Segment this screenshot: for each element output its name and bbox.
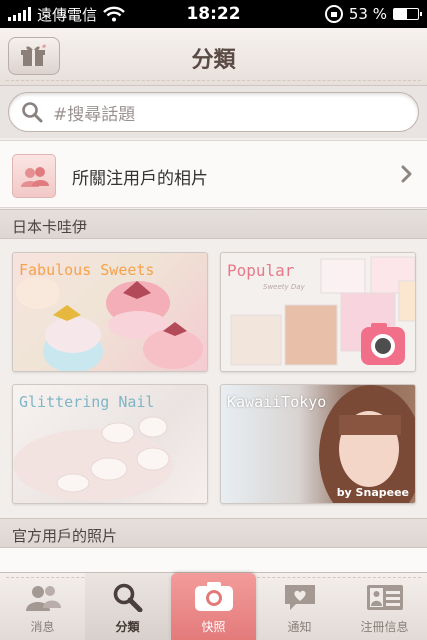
carrier-name: 遠傳電信 <box>37 5 98 24</box>
battery-icon <box>393 8 422 20</box>
followed-users-photos-row[interactable]: 所關注用戶的相片 <box>0 140 427 208</box>
tab-bar: 消息 分類 快照 通知 注冊信息 <box>0 572 427 640</box>
tab-news[interactable]: 消息 <box>0 573 85 640</box>
tab-label: 通知 <box>287 620 312 634</box>
section-header-japan-kawaii: 日本卡哇伊 <box>0 209 427 239</box>
camera-icon <box>194 582 233 611</box>
search-area: #搜尋話題 <box>0 86 427 138</box>
tab-label: 分類 <box>115 620 140 634</box>
profile-card-icon <box>366 585 403 610</box>
tab-label: 注冊信息 <box>360 620 409 634</box>
search-placeholder: #搜尋話題 <box>53 104 136 125</box>
tile-label: KawaiiTokyo <box>227 393 327 411</box>
page-title: 分類 <box>191 48 236 73</box>
category-tile-glittering-nail[interactable]: Glittering Nail <box>12 384 208 504</box>
category-tile-popular[interactable]: Popular Sweety Day <box>220 252 416 372</box>
tile-label: Popular <box>227 261 295 280</box>
people-icon <box>25 586 61 611</box>
chevron-right-icon <box>401 165 412 183</box>
signal-icon <box>8 7 31 21</box>
tile-subtitle: Sweety Day <box>263 283 305 291</box>
category-tile-kawaii-tokyo[interactable]: KawaiiTokyo by Snapeee <box>220 384 416 504</box>
search-input[interactable]: #搜尋話題 <box>8 92 419 132</box>
followed-users-label: 所關注用戶的相片 <box>72 169 208 189</box>
tile-watermark: by Snapeee <box>336 486 409 499</box>
search-icon <box>22 102 43 123</box>
heart-bubble-icon <box>284 585 315 610</box>
battery-percent: 53 % <box>348 5 387 23</box>
tab-categories[interactable]: 分類 <box>85 573 170 640</box>
category-tile-fabulous-sweets[interactable]: Fabulous Sweets <box>12 252 208 372</box>
tile-label: Glittering Nail <box>19 393 155 411</box>
tab-label: 消息 <box>30 620 55 634</box>
tab-snapshot[interactable]: 快照 <box>171 573 256 640</box>
wifi-icon <box>103 6 125 22</box>
users-icon <box>12 154 56 198</box>
section-header-official-users: 官方用戶的照片 <box>0 518 427 548</box>
tile-label: Fabulous Sweets <box>19 261 155 279</box>
official-users-list-partial <box>0 548 427 572</box>
tab-registration[interactable]: 注冊信息 <box>342 573 427 640</box>
status-bar: 遠傳電信 18:22 53 % <box>0 0 427 28</box>
search-icon <box>113 583 142 612</box>
rotation-lock-icon <box>324 5 343 23</box>
nav-bar: 分類 <box>0 28 427 86</box>
tab-notifications[interactable]: 通知 <box>257 573 342 640</box>
tab-label: 快照 <box>201 620 226 634</box>
